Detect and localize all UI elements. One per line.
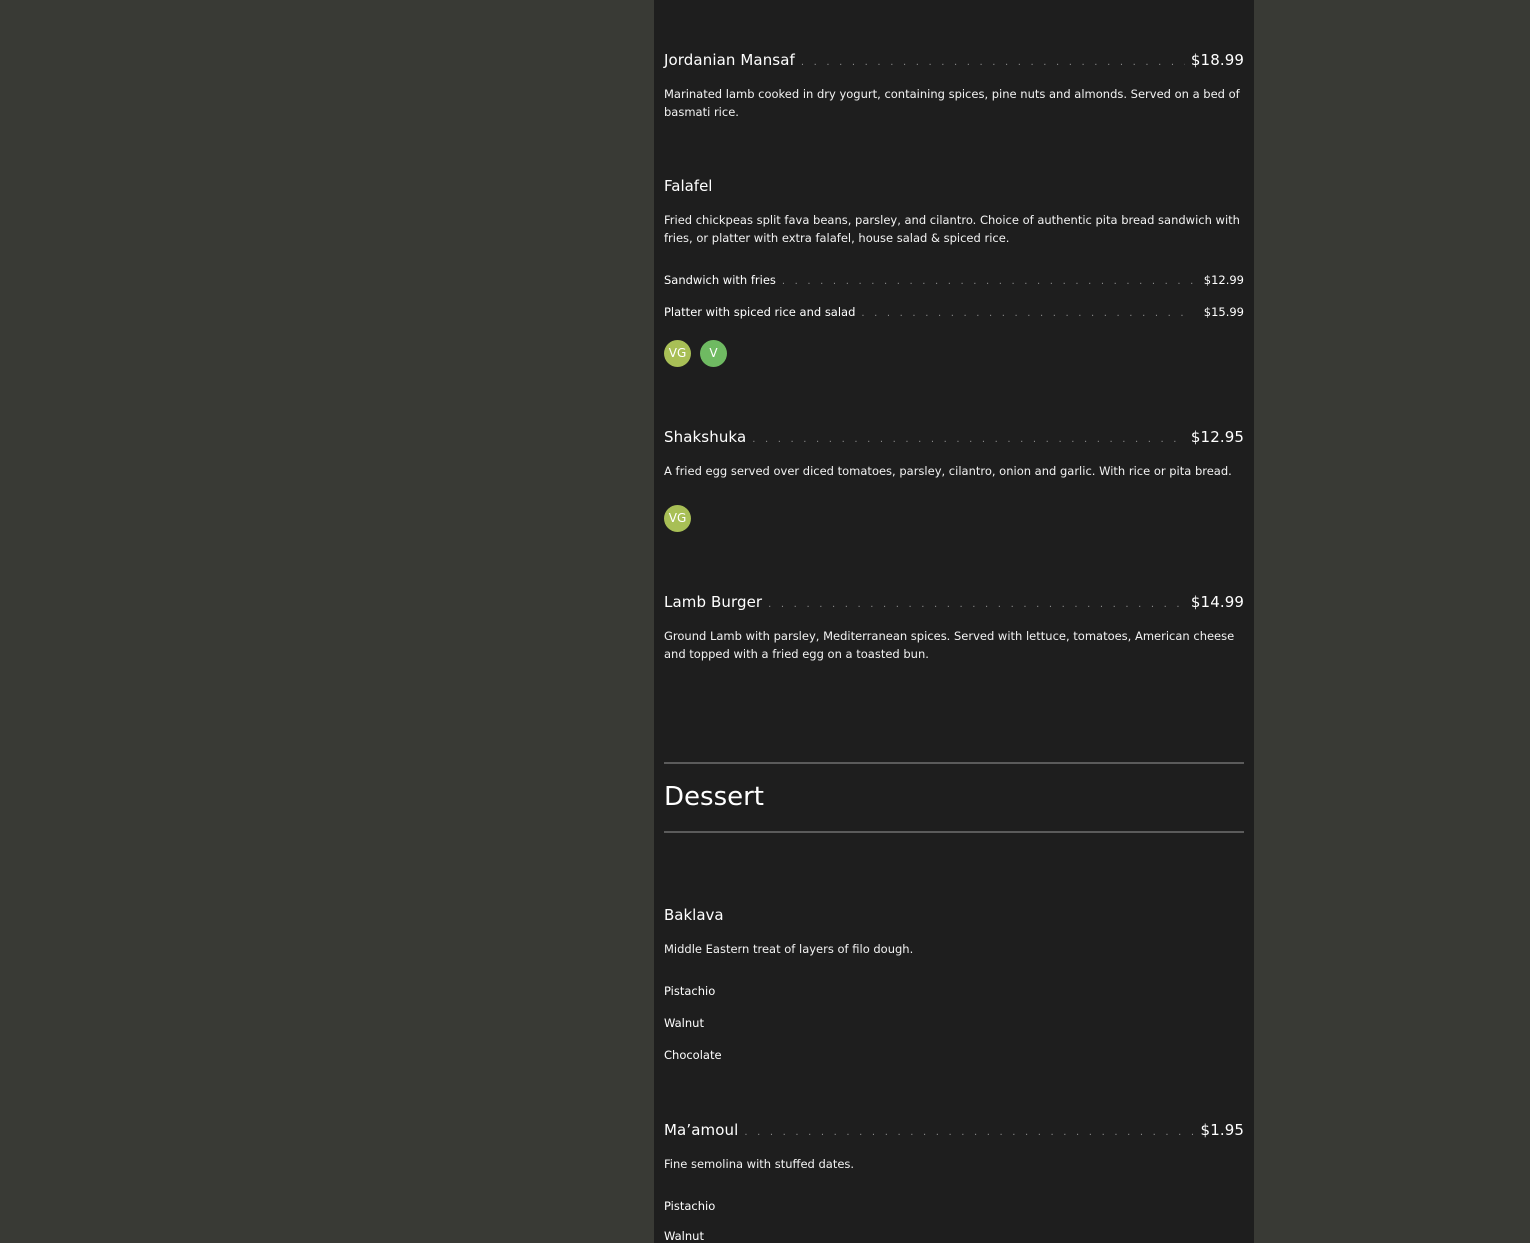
dot-leader [801, 58, 1185, 68]
item-price: $1.95 [1200, 1121, 1244, 1139]
item-description: Marinated lamb cooked in dry yogurt, con… [664, 87, 1240, 119]
option-price: $15.99 [1203, 305, 1244, 319]
item-option-row: Sandwich with fries $12.99 [664, 273, 1244, 287]
item-option: Walnut [664, 1229, 704, 1243]
section-title-dessert: Dessert [664, 782, 764, 812]
item-option: Pistachio [664, 984, 716, 998]
item-name: Shakshuka [664, 428, 747, 446]
page: Jordanian Mansaf $18.99 Marinated lamb c… [0, 0, 1530, 1243]
item-price: $18.99 [1190, 51, 1244, 69]
option-label: Platter with spiced rice and salad [664, 305, 856, 319]
option-price: $12.99 [1203, 273, 1244, 287]
item-option: Walnut [664, 1016, 704, 1030]
item-name: Lamb Burger [664, 593, 763, 611]
item-name: Ma’amoul [664, 1121, 739, 1139]
item-price: $14.99 [1190, 593, 1244, 611]
item-description: Ground Lamb with parsley, Mediterranean … [664, 629, 1235, 661]
section-divider-bottom [664, 831, 1244, 833]
item-description: A fried egg served over diced tomatoes, … [664, 464, 1232, 478]
item-price: $12.95 [1190, 428, 1244, 446]
menu-panel: Jordanian Mansaf $18.99 Marinated lamb c… [654, 0, 1254, 1243]
item-description: Fine semolina with stuffed dates. [664, 1157, 855, 1171]
item-description: Fried chickpeas split fava beans, parsle… [664, 213, 1240, 245]
menu-item-mansaf: Jordanian Mansaf $18.99 [664, 51, 1244, 69]
vegetarian-badge: V [700, 340, 727, 367]
item-name: Jordanian Mansaf [664, 51, 795, 69]
vegan-badge: VG [664, 340, 691, 367]
item-name: Falafel [664, 177, 713, 195]
item-description: Middle Eastern treat of layers of filo d… [664, 942, 914, 956]
vegan-badge: VG [664, 505, 691, 532]
menu-item-shakshuka: Shakshuka $12.95 [664, 428, 1244, 446]
menu-item-lamb-burger: Lamb Burger $14.99 [664, 593, 1244, 611]
item-option: Pistachio [664, 1199, 716, 1213]
dot-leader [768, 600, 1185, 610]
section-divider-top [664, 762, 1244, 764]
dot-leader [752, 435, 1185, 445]
item-name: Baklava [664, 906, 724, 924]
menu-item-maamoul: Ma’amoul $1.95 [664, 1121, 1244, 1139]
option-label: Sandwich with fries [664, 273, 776, 287]
dot-leader [861, 309, 1193, 319]
item-option: Chocolate [664, 1048, 722, 1062]
item-option-row: Platter with spiced rice and salad $15.9… [664, 305, 1244, 319]
dot-leader [782, 277, 1194, 287]
dot-leader [744, 1128, 1194, 1138]
